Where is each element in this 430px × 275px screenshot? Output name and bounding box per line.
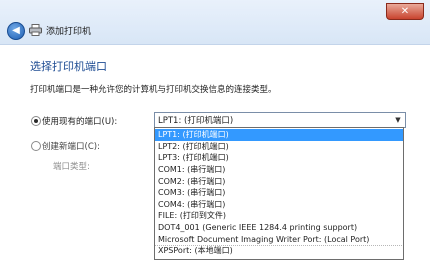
port-option-com2[interactable]: COM2: (串行端口): [155, 176, 403, 188]
port-option-mdi-writer[interactable]: Microsoft Document Imaging Writer Port: …: [155, 234, 403, 246]
page-heading: 选择打印机端口: [30, 60, 107, 73]
port-option-com1[interactable]: COM1: (串行端口): [155, 164, 403, 176]
printer-icon: [29, 24, 42, 36]
existing-port-select[interactable]: LPT1: (打印机端口) ▼: [154, 112, 406, 128]
page-description: 打印机端口是一种允许您的计算机与打印机交换信息的连接类型。: [30, 85, 277, 95]
port-option-dot4[interactable]: DOT4_001 (Generic IEEE 1284.4 printing s…: [155, 222, 403, 234]
wizard-title: 添加打印机: [46, 27, 92, 37]
chevron-down-icon[interactable]: ▼: [391, 113, 405, 127]
port-option-xpsport[interactable]: XPSPort: (本地端口): [155, 245, 403, 257]
title-bar: ✕ ◀ 添加打印机: [0, 0, 430, 45]
close-button[interactable]: ✕: [386, 3, 424, 20]
back-arrow-icon: ◀: [12, 25, 20, 36]
existing-port-value: LPT1: (打印机端口): [158, 116, 234, 126]
create-new-port-label[interactable]: 创建新端口(C):: [42, 140, 100, 152]
port-option-com3[interactable]: COM3: (串行端口): [155, 187, 403, 199]
port-type-label: 端口类型:: [53, 162, 90, 172]
use-existing-port-label[interactable]: 使用现有的端口(U):: [42, 115, 117, 127]
port-dropdown-list: LPT1: (打印机端口) LPT2: (打印机端口) LPT3: (打印机端口…: [154, 127, 404, 260]
use-existing-port-radio[interactable]: [31, 116, 41, 126]
create-new-port-radio[interactable]: [31, 141, 41, 151]
port-option-com4[interactable]: COM4: (串行端口): [155, 199, 403, 211]
close-icon: ✕: [400, 6, 410, 17]
port-option-lpt1[interactable]: LPT1: (打印机端口): [155, 129, 403, 141]
back-button[interactable]: ◀: [7, 22, 25, 40]
port-option-lpt2[interactable]: LPT2: (打印机端口): [155, 141, 403, 153]
focus-dotted-line: [155, 245, 403, 246]
port-option-lpt3[interactable]: LPT3: (打印机端口): [155, 152, 403, 164]
port-option-file[interactable]: FILE: (打印到文件): [155, 210, 403, 222]
